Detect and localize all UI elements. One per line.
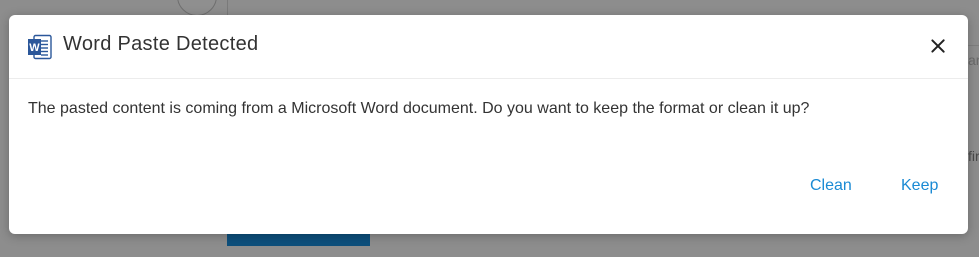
- keep-button[interactable]: Keep: [901, 177, 938, 195]
- dialog-title: Word Paste Detected: [63, 33, 259, 55]
- dialog-message: The pasted content is coming from a Micr…: [28, 100, 810, 117]
- word-paste-dialog: W Word Paste Detected The pasted content…: [9, 15, 968, 234]
- background-avatar-circle: [177, 0, 217, 16]
- close-icon[interactable]: [927, 35, 949, 57]
- background-divider: [227, 0, 228, 16]
- background-text-fragment: ar: [968, 52, 979, 68]
- microsoft-word-icon: W: [27, 34, 53, 60]
- clean-button[interactable]: Clean: [810, 177, 852, 195]
- background-text-fragment: fir: [968, 148, 979, 164]
- dialog-header: W Word Paste Detected: [9, 15, 968, 79]
- background-field-border: [968, 45, 979, 46]
- svg-text:W: W: [29, 42, 40, 54]
